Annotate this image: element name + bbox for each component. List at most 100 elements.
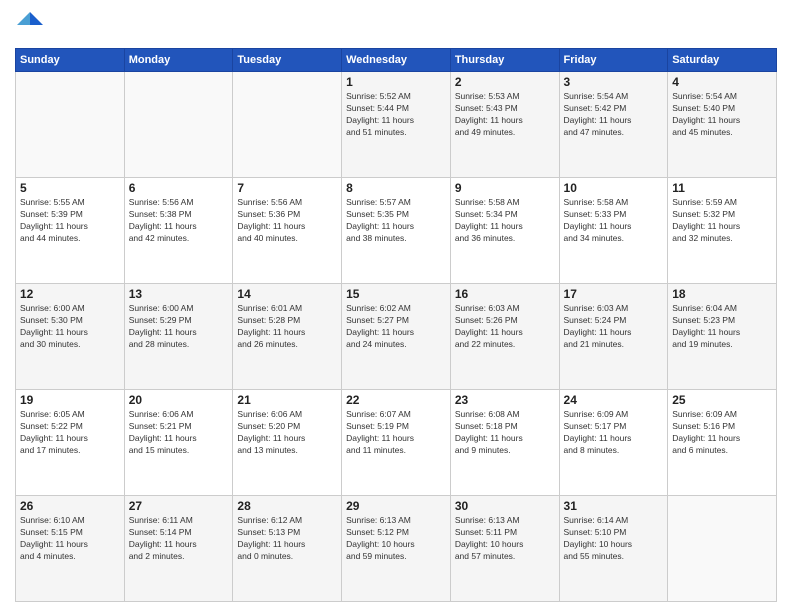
- cell-info: Sunrise: 5:59 AM Sunset: 5:32 PM Dayligh…: [672, 197, 772, 245]
- cell-info: Sunrise: 6:13 AM Sunset: 5:11 PM Dayligh…: [455, 515, 555, 563]
- day-number: 16: [455, 287, 555, 301]
- cell-info: Sunrise: 5:55 AM Sunset: 5:39 PM Dayligh…: [20, 197, 120, 245]
- calendar-cell: 28Sunrise: 6:12 AM Sunset: 5:13 PM Dayli…: [233, 496, 342, 602]
- calendar-cell: 3 Sunrise: 5:54 AM Sunset: 5:42 PM Daylig…: [559, 72, 668, 178]
- calendar-cell: [233, 72, 342, 178]
- calendar-cell: 10 Sunrise: 5:58 AM Sunset: 5:33 PM Dayli…: [559, 178, 668, 284]
- cell-info: Sunrise: 6:10 AM Sunset: 5:15 PM Dayligh…: [20, 515, 120, 563]
- calendar-cell: 16Sunrise: 6:03 AM Sunset: 5:26 PM Dayli…: [450, 284, 559, 390]
- day-number: 21: [237, 393, 337, 407]
- calendar-body: 1 Sunrise: 5:52 AM Sunset: 5:44 PM Daylig…: [16, 72, 777, 602]
- calendar-cell: 30Sunrise: 6:13 AM Sunset: 5:11 PM Dayli…: [450, 496, 559, 602]
- cell-info: Sunrise: 6:12 AM Sunset: 5:13 PM Dayligh…: [237, 515, 337, 563]
- calendar-week-4: 19 Sunrise: 6:05 AM Sunset: 5:22 PM Dayli…: [16, 390, 777, 496]
- logo: [15, 10, 47, 40]
- cell-info: Sunrise: 5:58 AM Sunset: 5:34 PM Dayligh…: [455, 197, 555, 245]
- cell-info: Sunrise: 6:08 AM Sunset: 5:18 PM Dayligh…: [455, 409, 555, 457]
- cell-info: Sunrise: 6:14 AM Sunset: 5:10 PM Dayligh…: [564, 515, 664, 563]
- cell-info: Sunrise: 5:52 AM Sunset: 5:44 PM Dayligh…: [346, 91, 446, 139]
- day-number: 19: [20, 393, 120, 407]
- calendar-cell: 31Sunrise: 6:14 AM Sunset: 5:10 PM Dayli…: [559, 496, 668, 602]
- calendar-page: SundayMondayTuesdayWednesdayThursdayFrid…: [0, 0, 792, 612]
- calendar-cell: 21 Sunrise: 6:06 AM Sunset: 5:20 PM Dayli…: [233, 390, 342, 496]
- calendar-cell: 19 Sunrise: 6:05 AM Sunset: 5:22 PM Dayli…: [16, 390, 125, 496]
- calendar-cell: 6Sunrise: 5:56 AM Sunset: 5:38 PM Daylig…: [124, 178, 233, 284]
- calendar-cell: 23 Sunrise: 6:08 AM Sunset: 5:18 PM Dayli…: [450, 390, 559, 496]
- day-number: 1: [346, 75, 446, 89]
- day-number: 6: [129, 181, 229, 195]
- cell-info: Sunrise: 6:09 AM Sunset: 5:16 PM Dayligh…: [672, 409, 772, 457]
- calendar-cell: 9 Sunrise: 5:58 AM Sunset: 5:34 PM Daylig…: [450, 178, 559, 284]
- day-number: 27: [129, 499, 229, 513]
- weekday-header-sunday: Sunday: [16, 49, 125, 72]
- cell-info: Sunrise: 6:05 AM Sunset: 5:22 PM Dayligh…: [20, 409, 120, 457]
- cell-info: Sunrise: 5:58 AM Sunset: 5:33 PM Dayligh…: [564, 197, 664, 245]
- calendar-cell: 8Sunrise: 5:57 AM Sunset: 5:35 PM Daylig…: [342, 178, 451, 284]
- cell-info: Sunrise: 5:54 AM Sunset: 5:42 PM Dayligh…: [564, 91, 664, 139]
- weekday-header-saturday: Saturday: [668, 49, 777, 72]
- cell-info: Sunrise: 6:09 AM Sunset: 5:17 PM Dayligh…: [564, 409, 664, 457]
- calendar-week-5: 26 Sunrise: 6:10 AM Sunset: 5:15 PM Dayli…: [16, 496, 777, 602]
- day-number: 8: [346, 181, 446, 195]
- calendar-cell: 14 Sunrise: 6:01 AM Sunset: 5:28 PM Dayli…: [233, 284, 342, 390]
- day-number: 9: [455, 181, 555, 195]
- cell-info: Sunrise: 6:13 AM Sunset: 5:12 PM Dayligh…: [346, 515, 446, 563]
- day-number: 20: [129, 393, 229, 407]
- day-number: 7: [237, 181, 337, 195]
- cell-info: Sunrise: 6:03 AM Sunset: 5:24 PM Dayligh…: [564, 303, 664, 351]
- calendar-cell: 27 Sunrise: 6:11 AM Sunset: 5:14 PM Dayli…: [124, 496, 233, 602]
- cell-info: Sunrise: 6:11 AM Sunset: 5:14 PM Dayligh…: [129, 515, 229, 563]
- day-number: 24: [564, 393, 664, 407]
- cell-info: Sunrise: 5:53 AM Sunset: 5:43 PM Dayligh…: [455, 91, 555, 139]
- weekday-header-thursday: Thursday: [450, 49, 559, 72]
- cell-info: Sunrise: 5:54 AM Sunset: 5:40 PM Dayligh…: [672, 91, 772, 139]
- calendar-cell: 2Sunrise: 5:53 AM Sunset: 5:43 PM Daylig…: [450, 72, 559, 178]
- cell-info: Sunrise: 6:02 AM Sunset: 5:27 PM Dayligh…: [346, 303, 446, 351]
- calendar-table: SundayMondayTuesdayWednesdayThursdayFrid…: [15, 48, 777, 602]
- day-number: 10: [564, 181, 664, 195]
- day-number: 26: [20, 499, 120, 513]
- calendar-cell: 24 Sunrise: 6:09 AM Sunset: 5:17 PM Dayli…: [559, 390, 668, 496]
- weekday-header-monday: Monday: [124, 49, 233, 72]
- day-number: 23: [455, 393, 555, 407]
- day-number: 29: [346, 499, 446, 513]
- calendar-cell: 25Sunrise: 6:09 AM Sunset: 5:16 PM Dayli…: [668, 390, 777, 496]
- cell-info: Sunrise: 6:06 AM Sunset: 5:21 PM Dayligh…: [129, 409, 229, 457]
- calendar-cell: 12Sunrise: 6:00 AM Sunset: 5:30 PM Dayli…: [16, 284, 125, 390]
- calendar-cell: 11 Sunrise: 5:59 AM Sunset: 5:32 PM Dayli…: [668, 178, 777, 284]
- day-number: 14: [237, 287, 337, 301]
- logo-icon: [15, 10, 45, 40]
- calendar-week-1: 1 Sunrise: 5:52 AM Sunset: 5:44 PM Daylig…: [16, 72, 777, 178]
- calendar-week-2: 5 Sunrise: 5:55 AM Sunset: 5:39 PM Daylig…: [16, 178, 777, 284]
- header: [15, 10, 777, 40]
- day-number: 11: [672, 181, 772, 195]
- calendar-cell: 5 Sunrise: 5:55 AM Sunset: 5:39 PM Daylig…: [16, 178, 125, 284]
- cell-info: Sunrise: 6:00 AM Sunset: 5:30 PM Dayligh…: [20, 303, 120, 351]
- calendar-cell: [668, 496, 777, 602]
- calendar-cell: 22Sunrise: 6:07 AM Sunset: 5:19 PM Dayli…: [342, 390, 451, 496]
- cell-info: Sunrise: 6:06 AM Sunset: 5:20 PM Dayligh…: [237, 409, 337, 457]
- calendar-cell: [124, 72, 233, 178]
- cell-info: Sunrise: 6:04 AM Sunset: 5:23 PM Dayligh…: [672, 303, 772, 351]
- calendar-header: SundayMondayTuesdayWednesdayThursdayFrid…: [16, 49, 777, 72]
- cell-info: Sunrise: 6:01 AM Sunset: 5:28 PM Dayligh…: [237, 303, 337, 351]
- calendar-cell: 20 Sunrise: 6:06 AM Sunset: 5:21 PM Dayli…: [124, 390, 233, 496]
- cell-info: Sunrise: 5:56 AM Sunset: 5:36 PM Dayligh…: [237, 197, 337, 245]
- calendar-cell: 13 Sunrise: 6:00 AM Sunset: 5:29 PM Dayli…: [124, 284, 233, 390]
- day-number: 22: [346, 393, 446, 407]
- calendar-cell: 29 Sunrise: 6:13 AM Sunset: 5:12 PM Dayli…: [342, 496, 451, 602]
- calendar-cell: 18Sunrise: 6:04 AM Sunset: 5:23 PM Dayli…: [668, 284, 777, 390]
- calendar-cell: 7 Sunrise: 5:56 AM Sunset: 5:36 PM Daylig…: [233, 178, 342, 284]
- day-number: 5: [20, 181, 120, 195]
- day-number: 3: [564, 75, 664, 89]
- day-number: 4: [672, 75, 772, 89]
- day-number: 17: [564, 287, 664, 301]
- calendar-cell: 26 Sunrise: 6:10 AM Sunset: 5:15 PM Dayli…: [16, 496, 125, 602]
- weekday-header-friday: Friday: [559, 49, 668, 72]
- cell-info: Sunrise: 6:00 AM Sunset: 5:29 PM Dayligh…: [129, 303, 229, 351]
- calendar-cell: 1 Sunrise: 5:52 AM Sunset: 5:44 PM Daylig…: [342, 72, 451, 178]
- calendar-cell: 15Sunrise: 6:02 AM Sunset: 5:27 PM Dayli…: [342, 284, 451, 390]
- calendar-cell: 4 Sunrise: 5:54 AM Sunset: 5:40 PM Daylig…: [668, 72, 777, 178]
- day-number: 13: [129, 287, 229, 301]
- weekday-row: SundayMondayTuesdayWednesdayThursdayFrid…: [16, 49, 777, 72]
